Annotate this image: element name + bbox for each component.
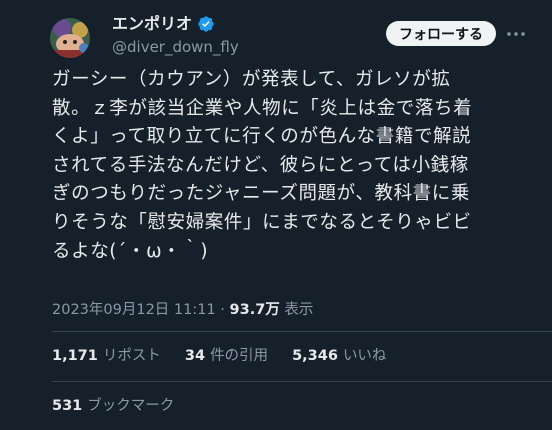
views-count: 93.7万 bbox=[229, 302, 280, 318]
tweet-text-line: くよ」って取り立てに行くのが色んな書籍で解説 bbox=[52, 126, 472, 148]
quotes-count: 34 bbox=[184, 348, 206, 364]
tweet-text-line: されてる手法なんだけど、彼らにとっては小銭稼 bbox=[52, 154, 469, 176]
avatar[interactable] bbox=[50, 18, 90, 58]
more-dots-icon[interactable] bbox=[506, 26, 526, 42]
tweet-text-line: ぎのつもりだったジャニーズ問題が、教科書に乗 bbox=[52, 183, 470, 205]
quotes-label: 件の引用 bbox=[210, 348, 269, 364]
bookmarks-label: ブックマーク bbox=[87, 398, 175, 414]
author-display-name[interactable]: エンポリオ bbox=[112, 14, 192, 34]
divider bbox=[52, 381, 552, 382]
retweets-count: 1,171 bbox=[52, 348, 98, 364]
quotes-stat[interactable]: 34 件の引用 bbox=[185, 346, 268, 366]
retweets-label: リポスト bbox=[102, 348, 161, 364]
likes-count: 5,346 bbox=[292, 348, 338, 364]
bookmarks-stat[interactable]: 531 ブックマーク bbox=[52, 396, 174, 416]
tweet-text-line: るよな(´・ω・｀) bbox=[52, 240, 209, 262]
tweet-meta: 2023年09月12日 11:11 · 93.7万 表示 bbox=[52, 300, 313, 320]
retweets-stat[interactable]: 1,171 リポスト bbox=[52, 346, 161, 366]
divider bbox=[52, 331, 552, 332]
meta-separator: · bbox=[215, 302, 230, 318]
tweet-timestamp[interactable]: 2023年09月12日 11:11 bbox=[52, 302, 216, 318]
author-handle[interactable]: @diver_down_fly bbox=[112, 37, 239, 57]
author-name-row: エンポリオ bbox=[112, 14, 215, 34]
engagement-stats: 1,171 リポスト 34 件の引用 5,346 いいね bbox=[52, 346, 386, 366]
avatar-illustration-icon bbox=[50, 18, 90, 58]
follow-button[interactable]: フォローする bbox=[386, 21, 496, 46]
tweet-text: ガーシー（カウアン）が発表して、ガレソが拡 散。ｚ李が該当企業や人物に「炎上は金… bbox=[52, 66, 522, 266]
tweet-text-line: 散。ｚ李が該当企業や人物に「炎上は金で落ち着 bbox=[52, 97, 473, 119]
likes-stat[interactable]: 5,346 いいね bbox=[292, 346, 386, 366]
tweet-text-line: りそうな「慰安婦案件」にまでなるとそりゃビビ bbox=[52, 211, 472, 233]
tweet-card: エンポリオ @diver_down_fly フォローする ガーシー（カウアン）が… bbox=[0, 0, 552, 430]
views-label: 表示 bbox=[279, 302, 314, 318]
bookmarks-count: 531 bbox=[52, 398, 83, 414]
likes-label: いいね bbox=[342, 348, 387, 364]
verified-badge-icon bbox=[197, 15, 215, 33]
tweet-text-line: ガーシー（カウアン）が発表して、ガレソが拡 bbox=[52, 69, 451, 90]
